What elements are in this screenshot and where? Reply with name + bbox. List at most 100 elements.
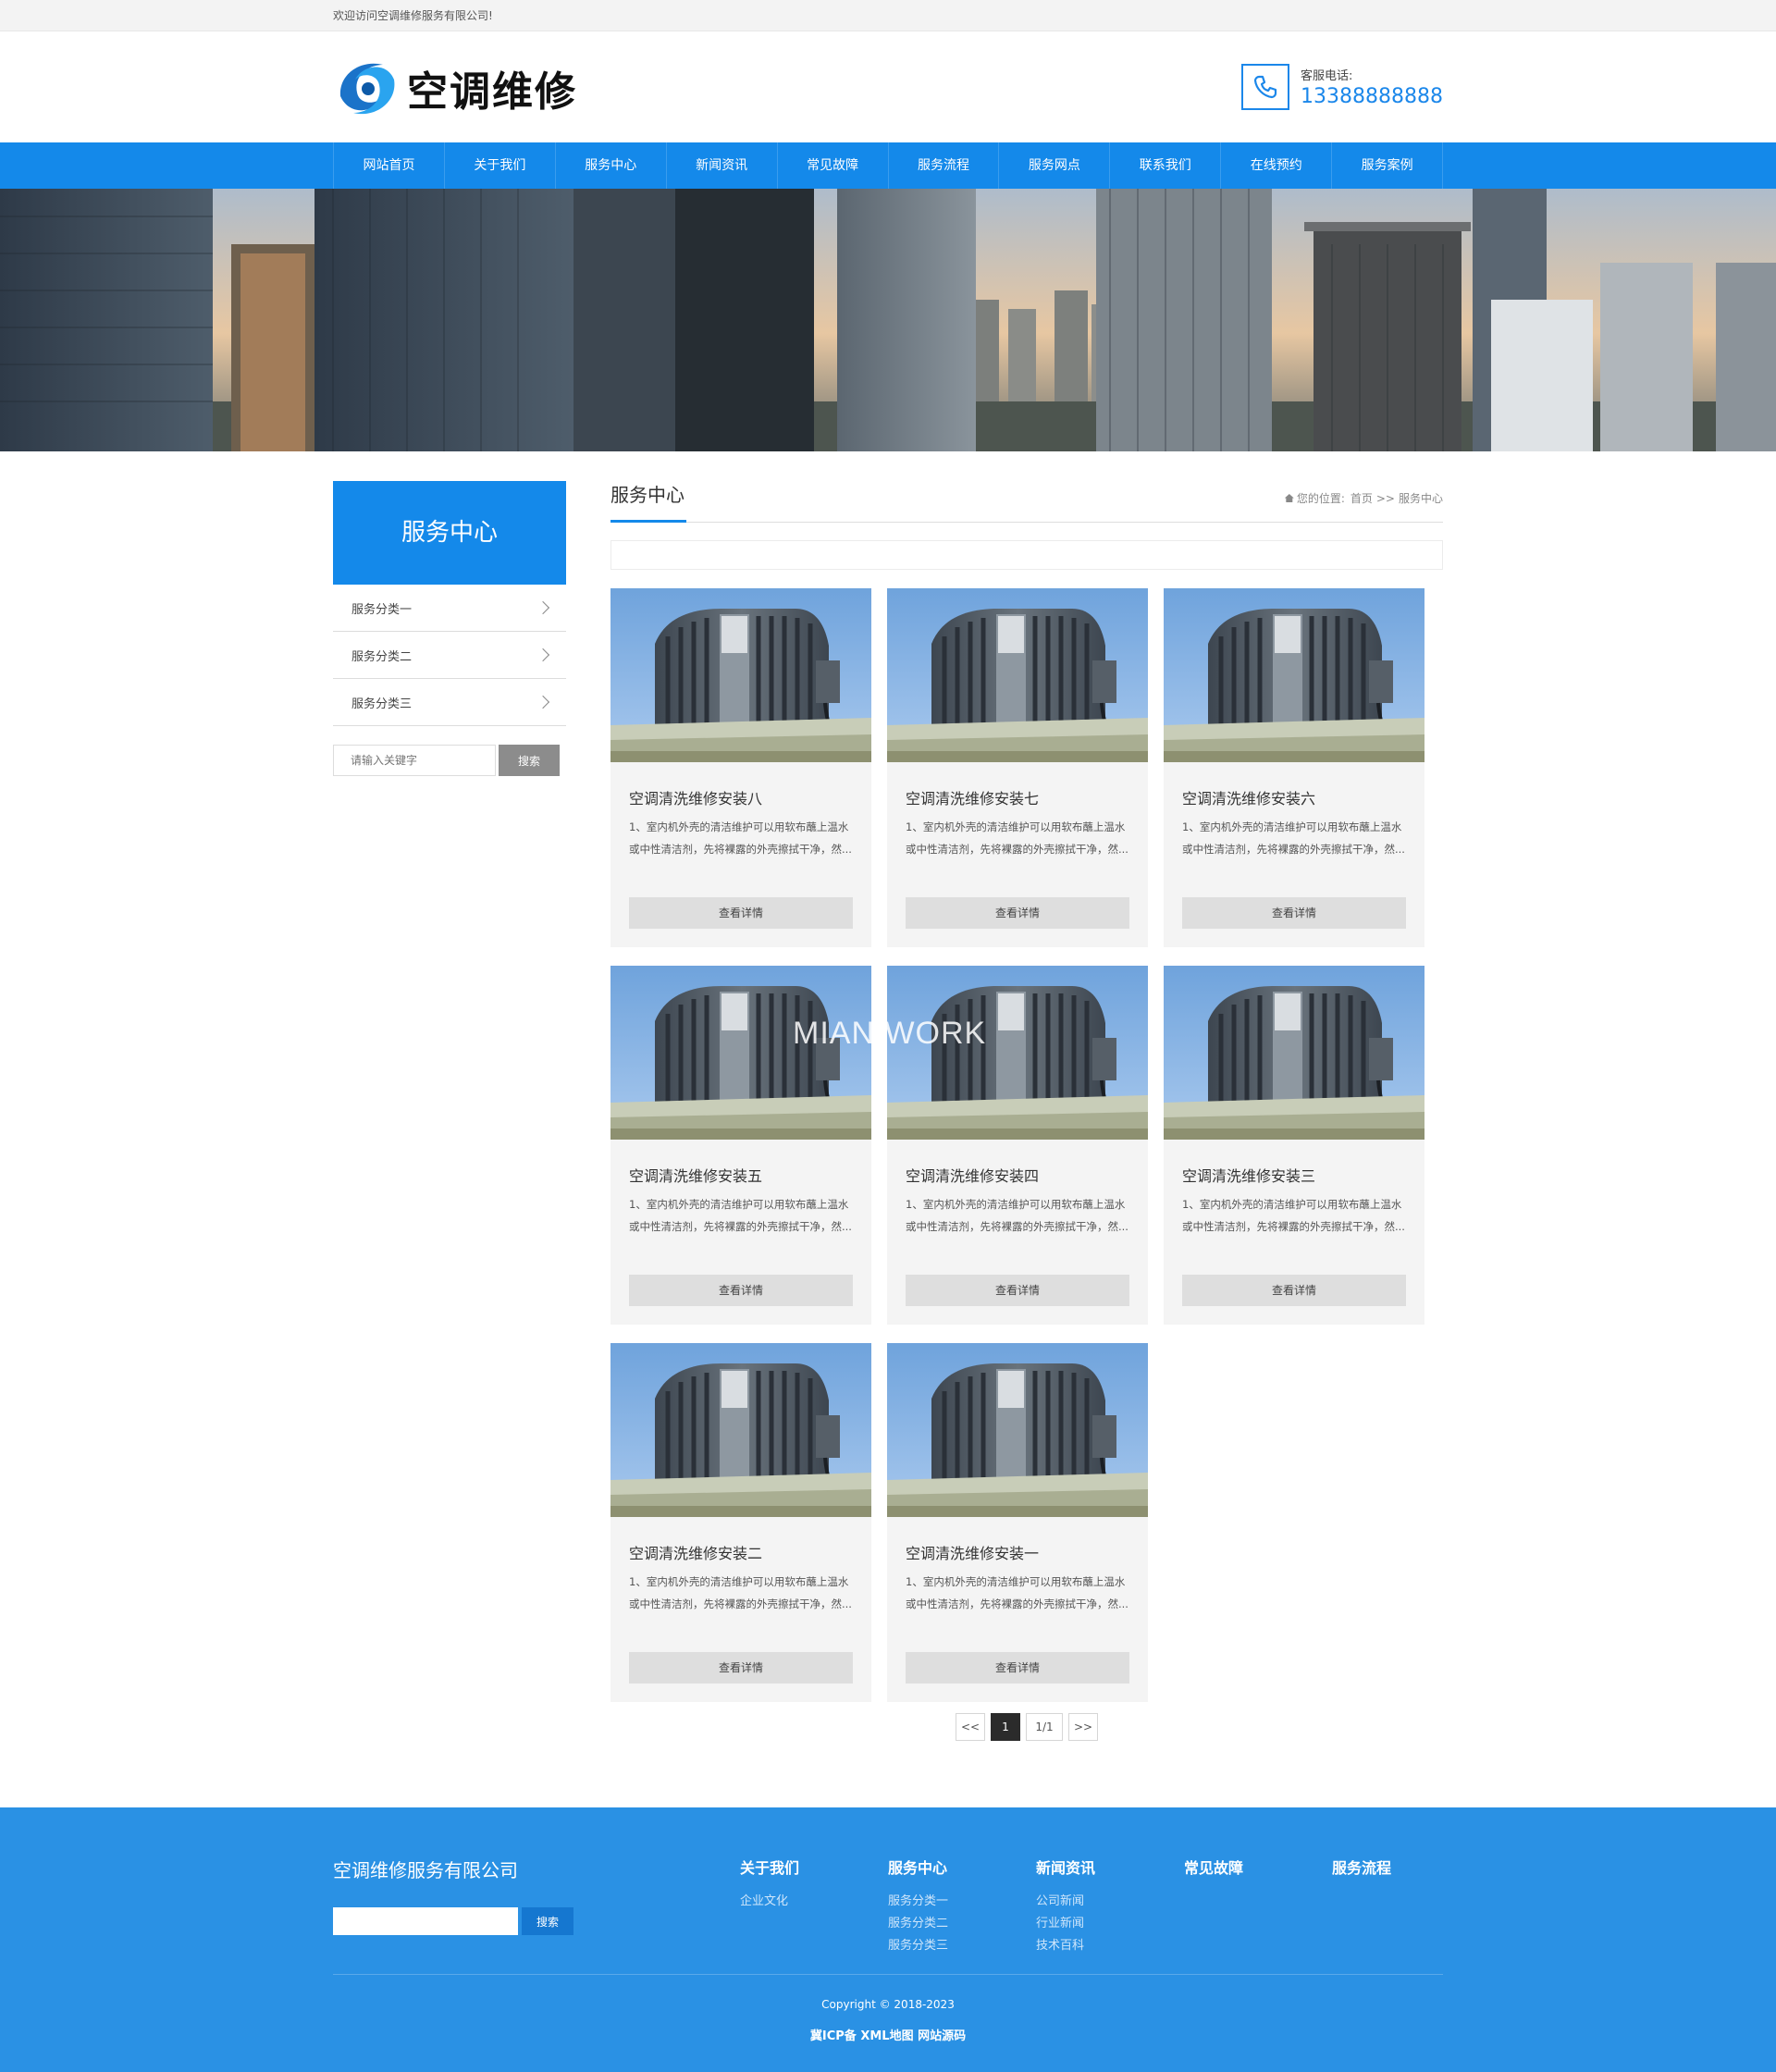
nav-item-contact[interactable]: 联系我们 (1110, 142, 1222, 189)
footer-link[interactable]: 行业新闻 (1036, 1913, 1166, 1935)
watermark-text: MIAN.WORK (793, 1016, 987, 1051)
footer-search-button[interactable]: 搜索 (522, 1907, 574, 1935)
service-card[interactable]: 空调清洗维修安装六 1、室内机外壳的清洁维护可以用软布蘸上温水或中性清洁剂，先将… (1164, 588, 1424, 947)
service-card[interactable]: 空调清洗维修安装一 1、室内机外壳的清洁维护可以用软布蘸上温水或中性清洁剂，先将… (887, 1343, 1148, 1702)
footer-search-input[interactable] (333, 1907, 518, 1935)
footer-link[interactable]: 服务分类二 (888, 1913, 1018, 1935)
keyword-search-input[interactable] (333, 745, 496, 776)
footer-column-process: 服务流程 (1332, 1856, 1462, 1891)
page-info: 1/1 (1026, 1713, 1063, 1741)
next-page-button[interactable]: >> (1068, 1713, 1098, 1741)
phone-contact: 客服电话: 13388888888 (1241, 63, 1443, 111)
nav-item-services[interactable]: 服务中心 (556, 142, 667, 189)
sidebar-item-category-2[interactable]: 服务分类二 (333, 632, 566, 679)
card-description: 1、室内机外壳的清洁维护可以用软布蘸上温水或中性清洁剂，先将裸露的外壳擦拭干净，… (1182, 820, 1405, 856)
prev-page-button[interactable]: << (956, 1713, 985, 1741)
ac-unit-image[interactable] (1164, 966, 1424, 1140)
sidebar-search-button[interactable]: 搜索 (499, 745, 560, 776)
main-nav: 网站首页 关于我们 服务中心 新闻资讯 常见故障 服务流程 服务网点 联系我们 … (0, 142, 1776, 189)
card-title[interactable]: 空调清洗维修安装一 (906, 1541, 1148, 1562)
card-description: 1、室内机外壳的清洁维护可以用软布蘸上温水或中性清洁剂，先将裸露的外壳擦拭干净，… (906, 1575, 1128, 1610)
nav-item-news[interactable]: 新闻资讯 (667, 142, 778, 189)
ac-unit-image[interactable] (887, 966, 1148, 1140)
view-details-button[interactable]: 查看详情 (1182, 897, 1406, 929)
footer-column-title[interactable]: 服务中心 (888, 1856, 1018, 1878)
footer-column-title[interactable]: 新闻资讯 (1036, 1856, 1166, 1878)
service-card[interactable]: 空调清洗维修安装七 1、室内机外壳的清洁维护可以用软布蘸上温水或中性清洁剂，先将… (887, 588, 1148, 947)
sidebar-item-category-3[interactable]: 服务分类三 (333, 679, 566, 726)
view-details-button[interactable]: 查看详情 (629, 897, 853, 929)
nav-item-faults[interactable]: 常见故障 (778, 142, 889, 189)
view-details-button[interactable]: 查看详情 (1182, 1275, 1406, 1306)
footer-company-name: 空调维修服务有限公司 (333, 1859, 518, 1881)
nav-item-home[interactable]: 网站首页 (334, 142, 445, 189)
breadcrumb: 您的位置: 首页 >> 服务中心 (1284, 490, 1443, 506)
main-panel: 服务中心 您的位置: 首页 >> 服务中心 空调清洗维修安装八 1、室内机外壳的… (610, 481, 1443, 1741)
footer-bottom-links[interactable]: 冀ICP备 XML地图 网站源码 (333, 2026, 1443, 2043)
filter-bar (610, 540, 1443, 570)
footer-column-news: 新闻资讯 公司新闻 行业新闻 技术百科 (1036, 1856, 1166, 1957)
nav-item-process[interactable]: 服务流程 (889, 142, 1000, 189)
ac-unit-image[interactable] (610, 588, 871, 762)
sidebar-item-label: 服务分类三 (352, 697, 413, 711)
card-title[interactable]: 空调清洗维修安装七 (906, 786, 1148, 808)
card-title[interactable]: 空调清洗维修安装八 (629, 786, 871, 808)
nav-item-booking[interactable]: 在线预约 (1221, 142, 1333, 189)
footer-divider (333, 1974, 1443, 1975)
chevron-right-icon (536, 695, 550, 709)
ac-unit-image[interactable] (610, 1343, 871, 1517)
content-area: 服务中心 服务分类一 服务分类二 服务分类三 搜索 服务中心 您的位置: 首页 … (333, 451, 1443, 1806)
service-card[interactable]: 空调清洗维修安装三 1、室内机外壳的清洁维护可以用软布蘸上温水或中性清洁剂，先将… (1164, 966, 1424, 1325)
breadcrumb-separator: >> (1375, 491, 1395, 505)
ac-unit-image[interactable] (887, 588, 1148, 762)
view-details-button[interactable]: 查看详情 (629, 1652, 853, 1684)
footer-column-title[interactable]: 关于我们 (740, 1856, 870, 1878)
footer-column-title[interactable]: 常见故障 (1184, 1856, 1314, 1878)
phone-label: 客服电话: (1301, 69, 1353, 83)
sidebar-item-label: 服务分类二 (352, 649, 413, 664)
card-title[interactable]: 空调清洗维修安装二 (629, 1541, 871, 1562)
footer-link[interactable]: 服务分类一 (888, 1891, 1018, 1913)
card-description: 1、室内机外壳的清洁维护可以用软布蘸上温水或中性清洁剂，先将裸露的外壳擦拭干净，… (629, 1198, 852, 1233)
sidebar-title: 服务中心 (333, 481, 566, 585)
footer-column-services: 服务中心 服务分类一 服务分类二 服务分类三 (888, 1856, 1018, 1957)
breadcrumb-prefix: 您的位置: (1296, 492, 1345, 505)
chevron-right-icon (536, 600, 550, 615)
page-1-button[interactable]: 1 (991, 1713, 1020, 1741)
site-footer: 空调维修服务有限公司 搜索 关于我们 企业文化 服务中心 服务分类一 服务分类二… (0, 1807, 1776, 2072)
ac-unit-image[interactable] (1164, 588, 1424, 762)
pagination: << 1 1/1 >> (610, 1713, 1443, 1741)
main-header: 服务中心 您的位置: 首页 >> 服务中心 (610, 481, 1443, 523)
breadcrumb-home-link[interactable]: 首页 (1350, 490, 1373, 506)
view-details-button[interactable]: 查看详情 (906, 1275, 1129, 1306)
nav-item-cases[interactable]: 服务案例 (1332, 142, 1444, 189)
logo-text: 空调维修 (407, 68, 577, 116)
card-title[interactable]: 空调清洗维修安装三 (1182, 1164, 1424, 1185)
card-title[interactable]: 空调清洗维修安装六 (1182, 786, 1424, 808)
ac-unit-image[interactable] (887, 1343, 1148, 1517)
view-details-button[interactable]: 查看详情 (906, 897, 1129, 929)
footer-link[interactable]: 技术百科 (1036, 1935, 1166, 1957)
service-card[interactable]: 空调清洗维修安装八 1、室内机外壳的清洁维护可以用软布蘸上温水或中性清洁剂，先将… (610, 588, 871, 947)
sidebar-item-category-1[interactable]: 服务分类一 (333, 585, 566, 632)
footer-link[interactable]: 服务分类三 (888, 1935, 1018, 1957)
footer-column-title[interactable]: 服务流程 (1332, 1856, 1462, 1878)
breadcrumb-current[interactable]: 服务中心 (1399, 490, 1443, 506)
view-details-button[interactable]: 查看详情 (629, 1275, 853, 1306)
service-grid: 空调清洗维修安装八 1、室内机外壳的清洁维护可以用软布蘸上温水或中性清洁剂，先将… (610, 588, 1443, 1708)
footer-link[interactable]: 公司新闻 (1036, 1891, 1166, 1913)
nav-item-about[interactable]: 关于我们 (445, 142, 556, 189)
service-card[interactable]: 空调清洗维修安装二 1、室内机外壳的清洁维护可以用软布蘸上温水或中性清洁剂，先将… (610, 1343, 871, 1702)
view-details-button[interactable]: 查看详情 (906, 1652, 1129, 1684)
site-header: 空调维修 客服电话: 13388888888 (0, 31, 1776, 142)
hero-banner-image (0, 189, 1776, 451)
nav-item-outlets[interactable]: 服务网点 (999, 142, 1111, 189)
chevron-right-icon (536, 648, 550, 662)
footer-link[interactable]: 企业文化 (740, 1891, 870, 1913)
card-title[interactable]: 空调清洗维修安装四 (906, 1164, 1148, 1185)
logo-swirl-icon (333, 52, 401, 124)
card-title[interactable]: 空调清洗维修安装五 (629, 1164, 871, 1185)
ac-unit-image[interactable] (610, 966, 871, 1140)
footer-search: 搜索 (333, 1907, 574, 1935)
site-logo[interactable]: 空调维修 (333, 52, 577, 124)
